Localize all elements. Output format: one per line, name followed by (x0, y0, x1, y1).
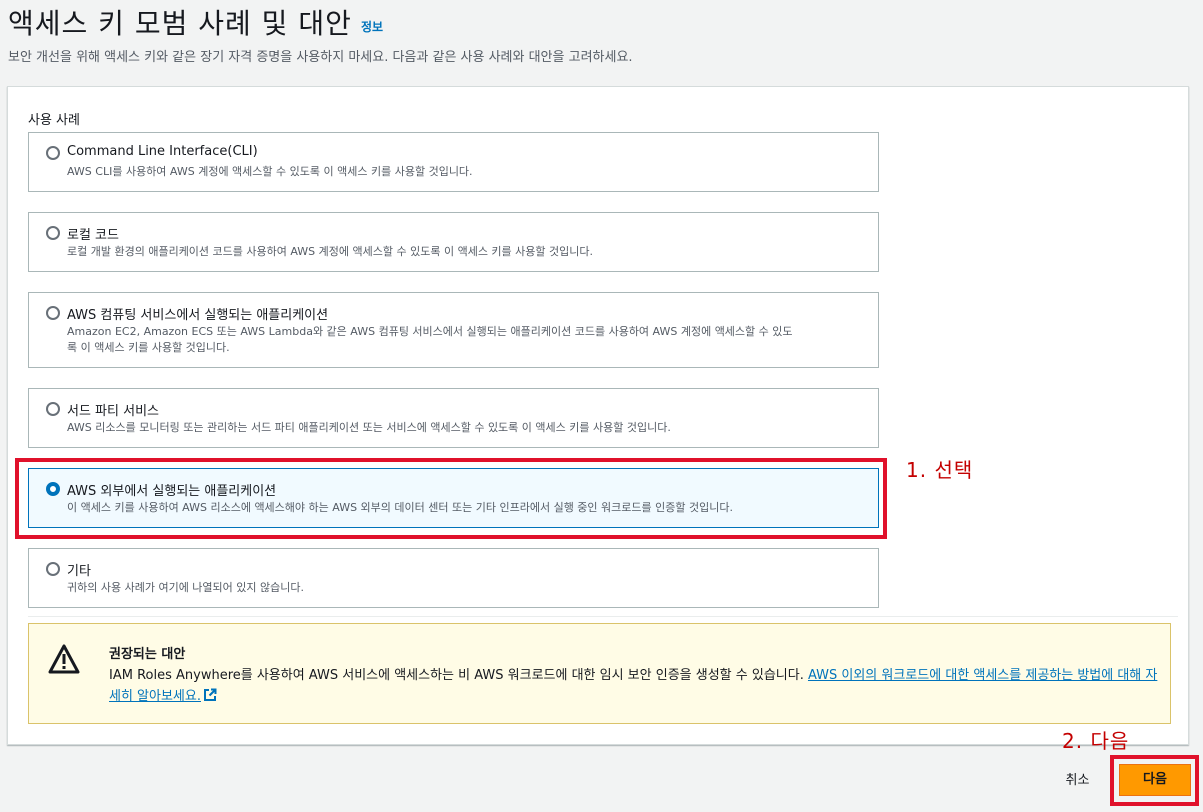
option-description-line: Amazon EC2, Amazon ECS 또는 AWS Lambda와 같은… (67, 325, 793, 338)
annotation-highlight-selection (15, 458, 887, 539)
option-local-code[interactable]: 로컬 코드 로컬 개발 환경의 애플리케이션 코드를 사용하여 AWS 계정에 … (28, 212, 879, 272)
use-case-group-label: 사용 사례 (28, 113, 80, 128)
option-title: 로컬 코드 (67, 228, 119, 243)
option-title: 서드 파티 서비스 (67, 404, 159, 419)
alert-title: 권장되는 대안 (109, 647, 186, 662)
info-link[interactable]: 정보 (361, 18, 383, 35)
alert-body-text: IAM Roles Anywhere를 사용하여 AWS 서비스에 액세스하는 … (109, 668, 808, 683)
option-third-party[interactable]: 서드 파티 서비스 AWS 리소스를 모니터링 또는 관리하는 서드 파티 애플… (28, 388, 879, 448)
radio-button[interactable] (46, 402, 60, 416)
warning-triangle-icon (48, 644, 80, 674)
option-description: 귀하의 사용 사례가 여기에 나열되어 있지 않습니다. (67, 581, 304, 594)
option-description: 로컬 개발 환경의 애플리케이션 코드를 사용하여 AWS 계정에 액세스할 수… (67, 245, 594, 258)
cancel-button[interactable]: 취소 (1050, 767, 1105, 795)
annotation-step1: 1. 선택 (906, 458, 974, 482)
radio-button[interactable] (46, 562, 60, 576)
radio-button[interactable] (46, 146, 60, 160)
option-other[interactable]: 기타 귀하의 사용 사례가 여기에 나열되어 있지 않습니다. (28, 548, 879, 608)
option-title: AWS 컴퓨팅 서비스에서 실행되는 애플리케이션 (67, 308, 329, 323)
option-description-line: 록 이 액세스 키를 사용할 것입니다. (67, 341, 230, 354)
radio-button[interactable] (46, 226, 60, 240)
alert-body: IAM Roles Anywhere를 사용하여 AWS 서비스에 액세스하는 … (109, 665, 1159, 707)
page-subtitle: 보안 개선을 위해 액세스 키와 같은 장기 자격 증명을 사용하지 마세요. … (8, 50, 633, 65)
divider (28, 616, 1178, 617)
annotation-step2: 2. 다음 (1062, 729, 1130, 753)
option-aws-compute[interactable]: AWS 컴퓨팅 서비스에서 실행되는 애플리케이션 Amazon EC2, Am… (28, 292, 879, 368)
option-description: AWS 리소스를 모니터링 또는 관리하는 서드 파티 애플리케이션 또는 서비… (67, 421, 671, 434)
annotation-highlight-next (1110, 755, 1199, 806)
option-cli[interactable]: Command Line Interface(CLI) AWS CLI를 사용하… (28, 132, 879, 192)
option-title: 기타 (67, 564, 91, 579)
page-title: 액세스 키 모범 사례 및 대안 (8, 7, 352, 40)
radio-button[interactable] (46, 306, 60, 320)
option-description: AWS CLI를 사용하여 AWS 계정에 액세스할 수 있도록 이 액세스 키… (67, 165, 473, 178)
recommended-alternative-alert: 권장되는 대안 IAM Roles Anywhere를 사용하여 AWS 서비스… (28, 623, 1171, 724)
use-case-panel: 사용 사례 Command Line Interface(CLI) AWS CL… (7, 86, 1189, 745)
option-description: Amazon EC2, Amazon ECS 또는 AWS Lambda와 같은… (67, 324, 867, 356)
option-title: Command Line Interface(CLI) (67, 144, 258, 159)
external-link-icon[interactable] (203, 688, 217, 702)
